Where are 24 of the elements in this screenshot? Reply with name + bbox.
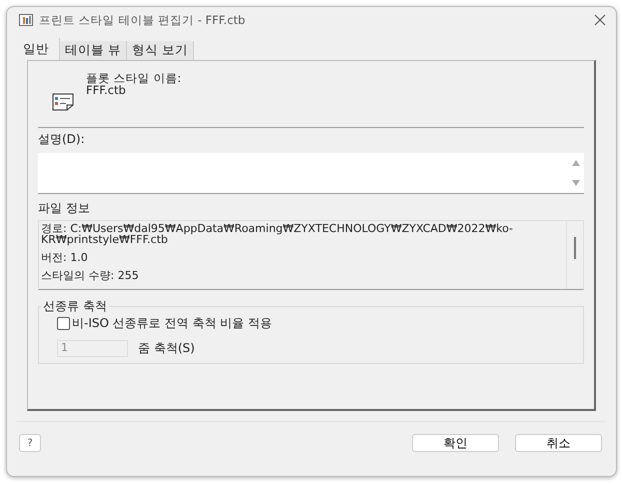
file-info-line: 경로: C:₩Users₩dal95₩AppData₩Roaming₩ZYXTECHNOLOGY₩ZYXCAD₩2022₩ko-KR₩printstyle₩FFF.ctb xyxy=(41,223,514,245)
dialog-button[interactable]: 확인 xyxy=(412,434,499,452)
file-info-line: 스타일의 수량: 255 xyxy=(41,270,140,281)
scroll-up-icon[interactable] xyxy=(572,160,580,166)
plot-style-name: FFF.ctb xyxy=(86,84,126,96)
tab[interactable]: 테이블 뷰 xyxy=(60,41,127,60)
zoom-scale-label: 줌 축척(S) xyxy=(138,340,195,357)
group-label: 선종류 축척 xyxy=(42,298,108,315)
style-sheet-icon xyxy=(52,93,74,111)
table-icon xyxy=(19,14,33,26)
help-button[interactable]: ? xyxy=(19,434,41,452)
window-title: 프린트 스타일 테이블 편집기 - FFF.ctb xyxy=(39,12,246,28)
tab[interactable]: 형식 보기 xyxy=(126,41,194,60)
close-icon[interactable] xyxy=(594,14,606,26)
description-field[interactable] xyxy=(38,153,584,194)
plot-style-label: 플롯 스타일 이름: xyxy=(86,72,182,84)
file-info-label: 파일 정보 xyxy=(38,200,91,217)
dialog-button[interactable]: 취소 xyxy=(515,434,602,452)
scroll-down-icon[interactable] xyxy=(572,180,580,186)
description-label: 설명(D): xyxy=(38,131,86,148)
checkbox[interactable] xyxy=(57,317,70,330)
checkbox-label: 비-ISO 선종류로 전역 축척 비율 적용 xyxy=(72,315,272,332)
file-info-line: 버전: 1.0 xyxy=(41,252,89,263)
scrollbar-thumb[interactable] xyxy=(574,237,576,259)
